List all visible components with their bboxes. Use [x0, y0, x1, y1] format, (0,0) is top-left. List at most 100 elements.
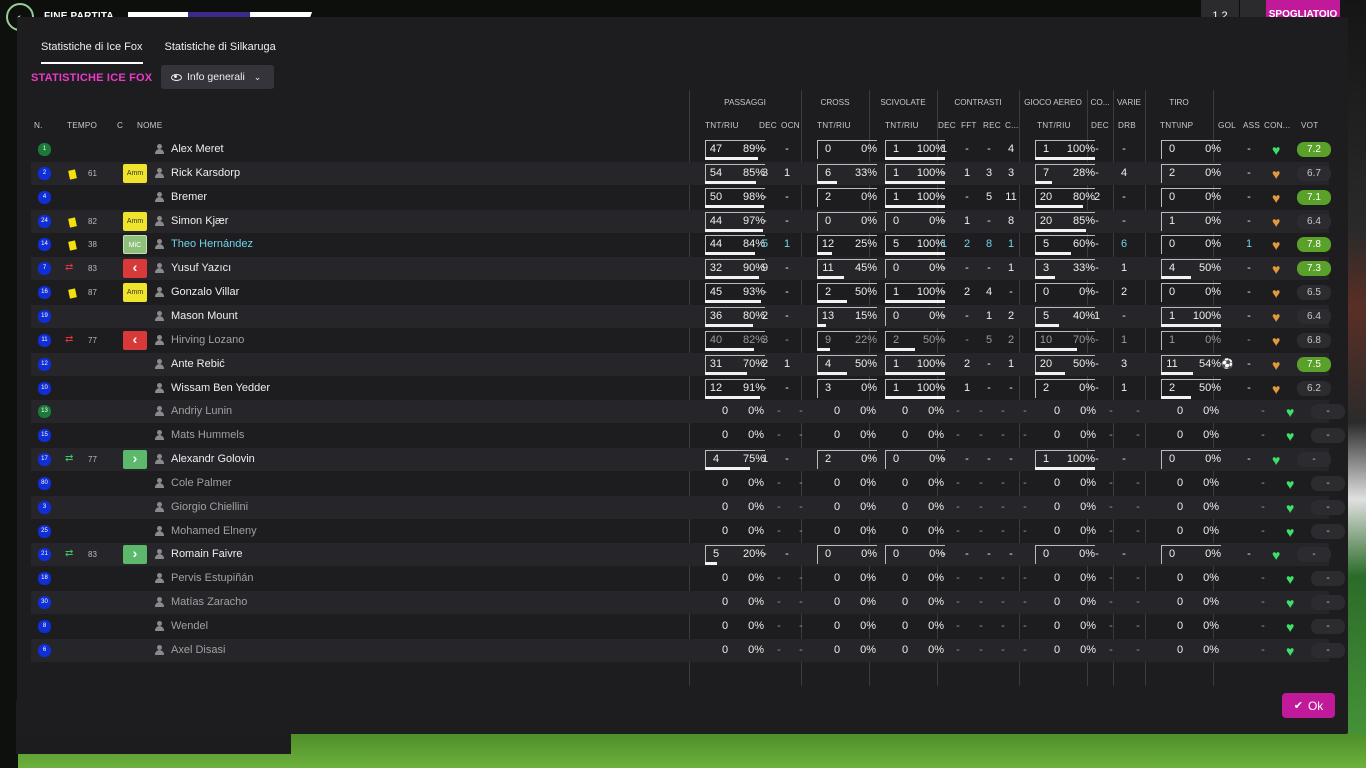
player-row[interactable]: 7 ⇄ 83 ‹ Yusuf Yazıcı 32 90% 11 45% 0 0% 3 33% 4 50% 9-…: [31, 257, 1331, 281]
stat-cdec: -: [942, 309, 946, 322]
player-row[interactable]: 12 Ante Rebić 31 70% 4 50% 1 100% 20 50% 11 54% 2 1-2…: [31, 352, 1331, 376]
player-row[interactable]: 11 ⇄ 77 ‹ Hirving Lozano 40 82% 9 22% 2 50% 10 70% 1 0…: [31, 329, 1331, 352]
player-name[interactable]: Cole Palmer: [171, 477, 232, 489]
stat-percent: 100%: [1066, 453, 1095, 466]
column-header-tempo[interactable]: TEMPO: [67, 121, 97, 130]
stat-percent: 33%: [1072, 262, 1095, 275]
player-rating: 6.2: [1297, 380, 1331, 396]
player-name[interactable]: Axel Disasi: [171, 644, 225, 656]
column-header-gol[interactable]: GOL: [1218, 121, 1236, 130]
stat-percent: 0%: [928, 572, 944, 585]
player-name[interactable]: Mason Mount: [171, 310, 238, 322]
player-row[interactable]: 25 Mohamed Elneny 0 0% 0 0% 0 0% 0 0% 0 0% - - - - - - - - -…: [31, 520, 1345, 543]
column-header-voto[interactable]: VOT: [1301, 121, 1318, 130]
player-name[interactable]: Alexandr Golovin: [171, 453, 255, 465]
player-row[interactable]: 18 Pervis Estupiñán 0 0% 0 0% 0 0% 0 0% 0 0% - - - - - - -…: [31, 567, 1345, 590]
player-rating: -: [1311, 475, 1345, 491]
player-row[interactable]: 24 82 Amm Simon Kjær 44 97% 0 0% 0 0% 20 85% 1 0% - - -1…: [31, 209, 1331, 233]
player-name[interactable]: Wissam Ben Yedder: [171, 382, 270, 394]
stat-dec: 9: [761, 262, 769, 275]
player-name[interactable]: Mohamed Elneny: [171, 525, 257, 537]
column-header-tnt_riu[interactable]: TNT/RIU: [705, 121, 739, 130]
player-name[interactable]: Alex Meret: [171, 143, 224, 155]
event-minute: 38: [88, 240, 97, 250]
player-name[interactable]: Rick Karsdorp: [171, 167, 240, 179]
player-rating: 6.5: [1297, 285, 1331, 301]
player-name[interactable]: Matías Zaracho: [171, 596, 247, 608]
stat-percent: 0%: [1203, 405, 1219, 418]
stat-codec: -: [1095, 286, 1099, 299]
column-header-tiro[interactable]: TNT\INP: [1160, 121, 1193, 130]
stat-percent: 0%: [928, 429, 944, 442]
player-row[interactable]: 8 Wendel 0 0% 0 0% 0 0% 0 0% 0 0% - - - - - - - - - ♥ -: [31, 615, 1345, 638]
fill-bar: [1161, 323, 1221, 327]
player-row[interactable]: 80 Cole Palmer 0 0% 0 0% 0 0% 0 0% 0 0% - - - - - - - - - ♥ -: [31, 472, 1345, 495]
player-name[interactable]: Ante Rebić: [171, 358, 225, 370]
player-row[interactable]: 21 ⇄ 83 › Romain Faivre 5 20% 0 0% 0 0% 0 0% 0 0% - - - - -…: [31, 543, 1331, 567]
player-name[interactable]: Theo Hernández: [171, 238, 253, 250]
column-header-c2[interactable]: C...: [1005, 121, 1019, 130]
stat-empty: -: [956, 596, 960, 609]
column-header-fft[interactable]: FFT: [961, 121, 977, 130]
player-row[interactable]: 30 Matías Zaracho 0 0% 0 0% 0 0% 0 0% 0 0% - - - - - - - - -…: [31, 591, 1345, 615]
ok-button[interactable]: ✔ Ok: [1282, 693, 1335, 718]
player-name[interactable]: Hirving Lozano: [171, 334, 244, 346]
player-row[interactable]: 16 87 Amm Gonzalo Villar 45 93% 2 50% 1 100% 0 0% 0 0…: [31, 281, 1331, 304]
fill-bar: [817, 252, 832, 256]
fill-bar: [817, 323, 826, 327]
player-name[interactable]: Bremer: [171, 191, 207, 203]
player-name[interactable]: Simon Kjær: [171, 215, 228, 227]
player-row[interactable]: 13 Andriy Lunin 0 0% 0 0% 0 0% 0 0% 0 0% - - - - - - - - - ♥ -: [31, 400, 1345, 424]
stat-c: 4: [1007, 143, 1015, 155]
stats-modal: Statistiche di Ice Fox Statistiche di Si…: [17, 17, 1348, 734]
shirt-number: 3: [38, 500, 51, 514]
tab-ice-fox[interactable]: Statistiche di Ice Fox: [41, 41, 143, 64]
stat-dec: -: [763, 190, 767, 203]
column-header-n[interactable]: N.: [34, 121, 43, 130]
column-header-c[interactable]: C: [117, 121, 123, 130]
player-name[interactable]: Andriy Lunin: [171, 405, 232, 417]
column-header-nome[interactable]: NOME: [137, 121, 162, 130]
stat-drb: -: [1122, 453, 1126, 466]
column-header-con_dec[interactable]: DEC: [938, 121, 956, 130]
column-header-sciv_tnt[interactable]: TNT/RIU: [885, 121, 919, 130]
player-name[interactable]: Romain Faivre: [171, 548, 243, 560]
stat-percent: 40%: [1072, 309, 1095, 322]
column-header-ass[interactable]: ASS: [1243, 121, 1260, 130]
stat-rec: 3: [985, 166, 993, 179]
player-row[interactable]: 14 38 MiC Theo Hernández 44 84% 12 25% 5 100% 5 60%…: [31, 233, 1331, 256]
column-header-ocn[interactable]: OCN: [781, 121, 800, 130]
player-name[interactable]: Mats Hummels: [171, 429, 244, 441]
player-row[interactable]: 1 Alex Meret 47 89% 0 0% 1 100% 1 100% 0 0% - -1- -4- -…: [31, 138, 1331, 161]
player-row[interactable]: 15 Mats Hummels 0 0% 0 0% 0 0% 0 0% 0 0% - - - - - - - - - ♥ -: [31, 424, 1345, 447]
stat-cdec: 1: [940, 238, 948, 251]
column-header-aereo_tnt[interactable]: TNT/RIU: [1037, 121, 1071, 130]
player-row[interactable]: 6 Axel Disasi 0 0% 0 0% 0 0% 0 0% 0 0% - - - - - - - - - ♥ -: [31, 638, 1345, 662]
player-row[interactable]: 2 61 Amm Rick Karsdorp 54 85% 6 33% 1 100% 7 28% 2 0%…: [31, 161, 1331, 185]
player-row[interactable]: 3 Giorgio Chiellini 0 0% 0 0% 0 0% 0 0% 0 0% - - - - - - -…: [31, 495, 1345, 519]
fill-bar: [705, 300, 761, 304]
column-header-rec[interactable]: REC: [983, 121, 1001, 130]
fill-bar: [1035, 276, 1055, 280]
player-row[interactable]: 19 Mason Mount 36 80% 13 15% 0 0% 5 40% 1 100% 2- - -1…: [31, 304, 1331, 328]
player-rating: 7.5: [1297, 356, 1331, 372]
tab-silkaruga[interactable]: Statistiche di Silkaruga: [165, 41, 276, 64]
view-dropdown[interactable]: Info generali ⌄: [161, 65, 274, 89]
player-name[interactable]: Yusuf Yazıcı: [171, 262, 231, 274]
player-row[interactable]: 10 Wissam Ben Yedder 12 91% 3 0% 1 100% 2 0% 2 50% -…: [31, 377, 1331, 400]
player-row[interactable]: 4 Bremer 50 98% 2 0% 1 100% 20 80% 0 0% - - - -5 11 2- - ♥ 7…: [31, 186, 1331, 209]
player-name[interactable]: Pervis Estupiñán: [171, 572, 254, 584]
player-row[interactable]: 17 ⇄ 77 › Alexandr Golovin 4 75% 2 0% 0 0% 1 100% 0 0%…: [31, 448, 1331, 472]
column-header-cond[interactable]: CON...: [1264, 121, 1290, 130]
player-rating: -: [1311, 499, 1345, 515]
column-header-cross_tnt[interactable]: TNT/RIU: [817, 121, 851, 130]
fill-bar: [817, 347, 830, 351]
column-header-drb[interactable]: DRB: [1118, 121, 1136, 130]
column-header-co_dec[interactable]: DEC: [1091, 121, 1109, 130]
column-header-dec[interactable]: DEC: [759, 121, 777, 130]
stat-percent: 100%: [1066, 143, 1095, 155]
player-name[interactable]: Giorgio Chiellini: [171, 501, 248, 513]
player-name[interactable]: Wendel: [171, 620, 208, 632]
stat-percent: 0%: [1079, 548, 1095, 561]
player-name[interactable]: Gonzalo Villar: [171, 286, 239, 298]
